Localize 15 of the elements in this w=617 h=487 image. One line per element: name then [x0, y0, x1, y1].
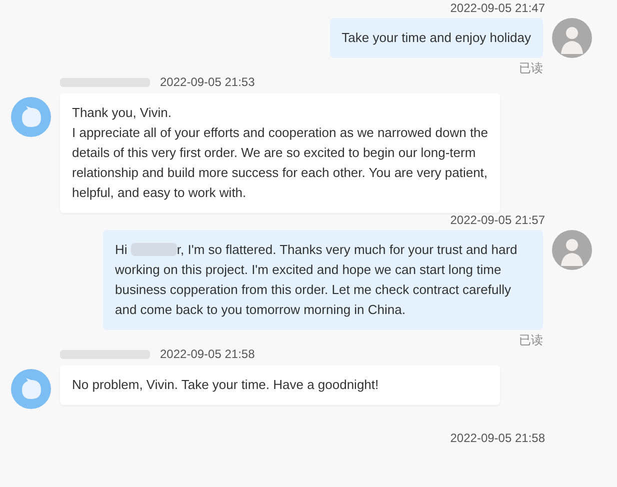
user-avatar-icon[interactable]: [552, 18, 592, 58]
chat-avatar-icon[interactable]: [11, 97, 51, 137]
message-time: 2022-09-05 21:58: [160, 347, 255, 361]
message-time: 2022-09-05 21:53: [160, 75, 255, 89]
chat-avatar-icon[interactable]: [11, 369, 51, 409]
message-bubble: No problem, Vivin. Take your time. Have a goodnight!: [60, 365, 500, 405]
message-time: 2022-09-05 21:47: [450, 1, 545, 15]
message-bubble: Hi r, I'm so flattered. Thanks very much for your trust and hard working on this project. I'm excited and hope we can start long time business copperation from this order. Let me check contract carefully and come back to you tomorrow morning in China.: [103, 230, 543, 330]
message-time: 2022-09-05 21:58: [450, 431, 545, 445]
message-bubble: Take your time and enjoy holiday: [330, 18, 543, 58]
read-status: 已读: [519, 61, 543, 75]
user-avatar-icon[interactable]: [552, 230, 592, 270]
read-status: 已读: [519, 333, 543, 347]
message-time: 2022-09-05 21:57: [450, 213, 545, 227]
message-bubble: Thank you, Vivin. I appreciate all of your efforts and cooperation as we narrowed down the details of this very first order. We are so excited to begin our long-term relationship and build more success for each other. You are very patient, helpful, and easy to work with.: [60, 93, 500, 213]
